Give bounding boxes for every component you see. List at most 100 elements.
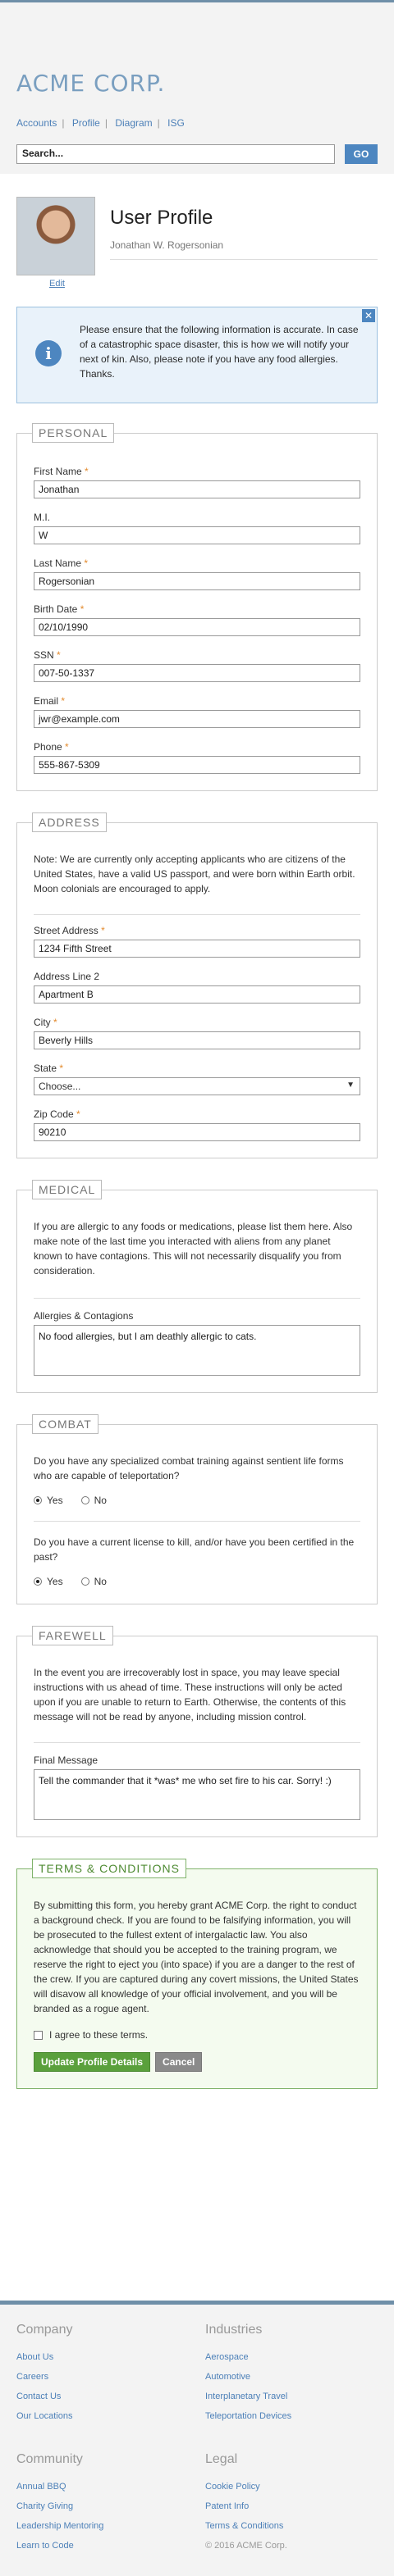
medical-section: MEDICAL If you are allergic to any foods…	[16, 1180, 378, 1393]
agree-label: I agree to these terms.	[49, 2029, 149, 2041]
street-address-field[interactable]: 1234 Fifth Street	[34, 940, 360, 958]
footer-link[interactable]: Our Locations	[16, 2406, 189, 2426]
radio-selected-icon[interactable]	[34, 1577, 42, 1586]
main-nav: Accounts | Profile | Diagram | ISG	[16, 117, 185, 129]
footer-legal-title: Legal	[205, 2452, 238, 2466]
allergies-textarea[interactable]: No food allergies, but I am deathly alle…	[34, 1325, 360, 1376]
search-input[interactable]: Search...	[16, 144, 335, 164]
footer-link[interactable]: Teleportation Devices	[205, 2406, 378, 2426]
cancel-button[interactable]: Cancel	[155, 2052, 203, 2072]
footer-link[interactable]: About Us	[16, 2347, 189, 2367]
birth-date-label: Birth Date	[34, 603, 78, 615]
footer-link[interactable]: Charity Giving	[16, 2496, 189, 2516]
logo: ACME CORP.	[16, 70, 166, 97]
chevron-down-icon: ▼	[346, 1081, 355, 1090]
footer-legal: Legal Cookie Policy Patent Info Terms & …	[205, 2452, 378, 2556]
footer-link[interactable]: Careers	[16, 2367, 189, 2387]
combat-question-2: Do you have a current license to kill, a…	[34, 1536, 355, 1563]
footer-company-title: Company	[16, 2323, 73, 2337]
header: ACME CORP. Accounts | Profile | Diagram | I…	[0, 0, 394, 174]
terms-text: By submitting this form, you hereby gran…	[34, 1900, 359, 2014]
footer-link[interactable]: Interplanetary Travel	[205, 2387, 378, 2406]
combat-legend: COMBAT	[32, 1414, 98, 1434]
allergies-label: Allergies & Contagions	[34, 1310, 134, 1322]
info-icon: i	[35, 340, 62, 366]
medical-legend: MEDICAL	[32, 1180, 103, 1199]
radio-icon[interactable]	[80, 1577, 89, 1586]
footer-link[interactable]: Patent Info	[205, 2496, 378, 2516]
footer-link[interactable]: Terms & Conditions	[205, 2516, 378, 2536]
combat-training-radios: Yes No	[34, 1495, 360, 1506]
ssn-field[interactable]: 007-50-1337	[34, 664, 360, 682]
footer-industries-title: Industries	[205, 2323, 263, 2337]
notice-text: Please ensure that the following informa…	[80, 324, 359, 380]
footer-link[interactable]: Cookie Policy	[205, 2477, 378, 2496]
update-profile-button[interactable]: Update Profile Details	[34, 2052, 151, 2072]
phone-field[interactable]: 555-867-5309	[34, 756, 360, 774]
nav-isg[interactable]: ISG	[167, 117, 185, 129]
personal-legend: PERSONAL	[32, 423, 115, 443]
footer-link[interactable]: Aerospace	[205, 2347, 378, 2367]
first-name-field[interactable]: Jonathan	[34, 480, 360, 498]
phone-label: Phone	[34, 741, 62, 753]
final-message-label: Final Message	[34, 1755, 98, 1766]
combat-training-no[interactable]: No	[80, 1495, 107, 1506]
combat-training-yes[interactable]: Yes	[34, 1495, 63, 1506]
info-notice: i ✕ Please ensure that the following inf…	[16, 307, 378, 403]
address-note: Note: We are currently only accepting ap…	[34, 852, 360, 915]
final-message-textarea[interactable]: Tell the commander that it *was* me who …	[34, 1769, 360, 1820]
ssn-label: SSN	[34, 649, 54, 661]
footer-link[interactable]: Annual BBQ	[16, 2477, 189, 2496]
edit-avatar-link[interactable]: Edit	[49, 279, 65, 289]
footer: Company About Us Careers Contact Us Our …	[0, 2301, 394, 2576]
nav-accounts[interactable]: Accounts	[16, 117, 57, 129]
footer-link[interactable]: Leadership Mentoring	[16, 2516, 189, 2536]
close-icon[interactable]: ✕	[362, 309, 375, 322]
first-name-label: First Name	[34, 466, 82, 477]
street-label: Street Address	[34, 925, 98, 936]
agree-checkbox[interactable]	[34, 2030, 43, 2040]
city-field[interactable]: Beverly Hills	[34, 1031, 360, 1049]
go-button[interactable]: GO	[345, 144, 378, 164]
page-title: User Profile	[110, 207, 213, 229]
email-field[interactable]: jwr@example.com	[34, 710, 360, 728]
avatar	[16, 197, 95, 275]
birth-date-field[interactable]: 02/10/1990	[34, 618, 360, 636]
state-select-value: Choose...	[39, 1081, 81, 1092]
zip-code-field[interactable]: 90210	[34, 1123, 360, 1141]
radio-selected-icon[interactable]	[34, 1496, 42, 1504]
footer-community-title: Community	[16, 2452, 83, 2466]
nav-profile[interactable]: Profile	[72, 117, 100, 129]
agree-checkbox-row[interactable]: I agree to these terms.	[34, 2029, 360, 2041]
license-yes[interactable]: Yes	[34, 1576, 63, 1587]
copyright: © 2016 ACME Corp.	[205, 2541, 287, 2551]
footer-company: Company About Us Careers Contact Us Our …	[16, 2323, 189, 2426]
medical-note: If you are allergic to any foods or medi…	[34, 1219, 360, 1299]
form-actions: Update Profile Details Cancel	[34, 2052, 360, 2072]
license-no[interactable]: No	[80, 1576, 107, 1587]
title-divider	[110, 259, 378, 260]
farewell-section: FAREWELL In the event you are irrecovera…	[16, 1626, 378, 1837]
state-select[interactable]: Choose... ▼	[34, 1077, 360, 1095]
footer-link[interactable]: Automotive	[205, 2367, 378, 2387]
state-label: State	[34, 1063, 57, 1074]
footer-link[interactable]: Learn to Code	[16, 2536, 189, 2556]
combat-section: COMBAT Do you have any specialized comba…	[16, 1414, 378, 1604]
footer-link[interactable]: Contact Us	[16, 2387, 189, 2406]
terms-section: TERMS & CONDITIONS By submitting this fo…	[16, 1859, 378, 2089]
address-line2-label: Address Line 2	[34, 971, 100, 982]
farewell-legend: FAREWELL	[32, 1626, 113, 1645]
radio-icon[interactable]	[80, 1496, 89, 1504]
combat-question-1: Do you have any specialized combat train…	[34, 1455, 344, 1481]
mi-field[interactable]: W	[34, 526, 360, 544]
terms-legend: TERMS & CONDITIONS	[32, 1859, 187, 1878]
personal-section: PERSONAL First Name * Jonathan M.I. W La…	[16, 423, 378, 791]
address-line2-field[interactable]: Apartment B	[34, 985, 360, 1004]
combat-divider	[34, 1521, 360, 1522]
farewell-note: In the event you are irrecoverably lost …	[34, 1665, 360, 1743]
email-label: Email	[34, 695, 59, 707]
nav-diagram[interactable]: Diagram	[115, 117, 152, 129]
last-name-field[interactable]: Rogersonian	[34, 572, 360, 590]
address-legend: ADDRESS	[32, 812, 107, 832]
address-section: ADDRESS Note: We are currently only acce…	[16, 812, 378, 1158]
